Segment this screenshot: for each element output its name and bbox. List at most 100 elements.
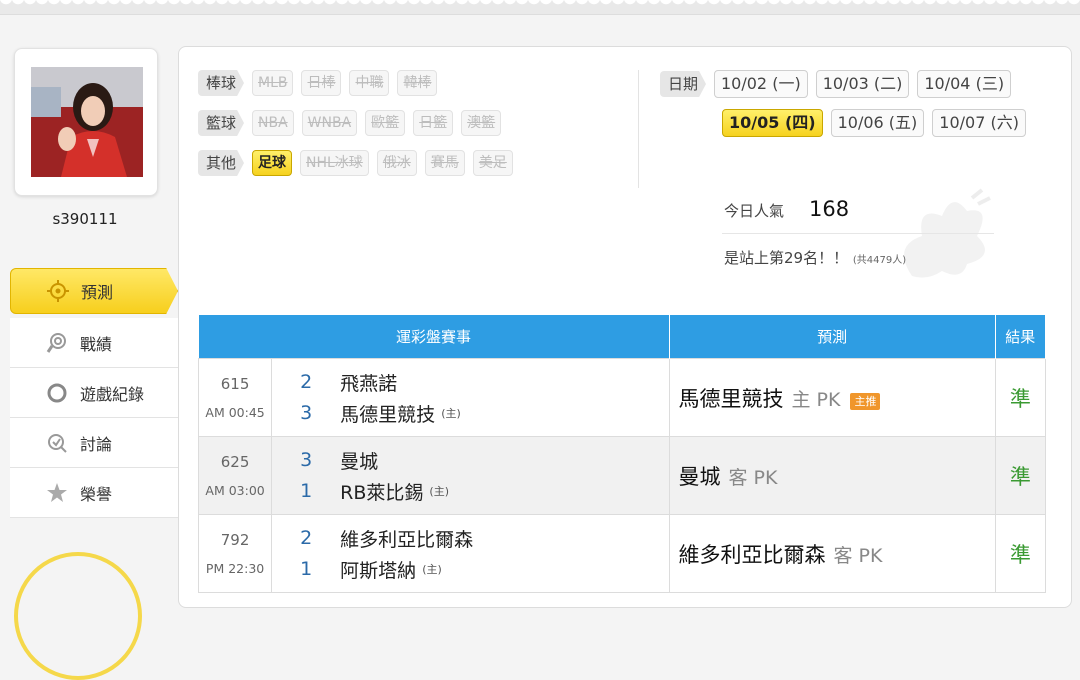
home-score: 3 xyxy=(300,402,313,424)
date-chip-1004[interactable]: 10/04 (三) xyxy=(917,70,1012,98)
popularity-value: 168 xyxy=(809,197,850,221)
date-row-1: 日期 10/02 (一) 10/03 (二) 10/04 (三) xyxy=(660,70,1019,98)
filter-chip-russian-hockey[interactable]: 俄冰 xyxy=(376,150,417,176)
header-prediction: 預測 xyxy=(669,315,996,359)
teams-cell: 3 曼城 1 RB萊比錫 (主) xyxy=(271,436,670,515)
filter-label: 其他 xyxy=(198,150,244,176)
header-result: 結果 xyxy=(995,315,1047,359)
game-time: AM 00:45 xyxy=(205,405,265,420)
filter-divider xyxy=(638,70,639,188)
prediction-line: PK xyxy=(753,466,778,489)
filter-chip-npb[interactable]: 日棒 xyxy=(301,70,342,96)
results-table: 運彩盤賽事 預測 結果 615 AM 00:45 2 飛燕諾 3 馬德里競技 (… xyxy=(197,315,1047,593)
date-label: 日期 xyxy=(660,71,706,97)
sidebar-item-game-history[interactable]: 遊戲紀錄 xyxy=(10,368,178,418)
date-chip-1007[interactable]: 10/07 (六) xyxy=(932,109,1026,137)
game-number: 625 xyxy=(220,453,250,471)
decorative-arc xyxy=(14,552,142,680)
sidebar-item-predict[interactable]: 預測 xyxy=(10,268,178,314)
target-icon xyxy=(45,278,71,304)
away-team-line: 2 飛燕諾 xyxy=(272,367,667,398)
filter-chip-kbo[interactable]: 韓棒 xyxy=(397,70,438,96)
rank-note: (共4479人) xyxy=(852,255,907,266)
sidebar-item-label: 預測 xyxy=(81,283,114,302)
username: s390111 xyxy=(52,210,118,228)
away-team-line: 3 曼城 xyxy=(272,445,667,476)
away-score: 2 xyxy=(300,527,313,549)
prediction-line: PK xyxy=(858,544,883,567)
header-event: 運彩盤賽事 xyxy=(198,315,670,359)
prediction-team: 曼城 xyxy=(678,464,721,489)
home-tag: (主) xyxy=(429,485,450,498)
home-score: 1 xyxy=(300,558,313,580)
avatar-card xyxy=(14,48,158,196)
sidebar-item-honor[interactable]: 榮譽 xyxy=(10,468,178,518)
prediction-cell: 曼城客 PK xyxy=(668,436,996,515)
away-score: 2 xyxy=(300,371,313,393)
game-time: AM 03:00 xyxy=(205,483,265,498)
game-number: 792 xyxy=(220,531,250,549)
sidebar-item-record[interactable]: 戰績 xyxy=(10,318,178,368)
teams-cell: 2 飛燕諾 3 馬德里競技 (主) xyxy=(271,358,670,437)
discussion-icon xyxy=(44,430,70,456)
home-team: RB萊比錫 xyxy=(340,481,424,504)
home-team-line: 3 馬德里競技 (主) xyxy=(272,398,667,429)
date-chip-1003[interactable]: 10/03 (二) xyxy=(815,70,910,98)
main-pick-badge: 主推 xyxy=(850,392,881,410)
filter-chip-american-football[interactable]: 美足 xyxy=(472,150,513,176)
home-tag: (主) xyxy=(422,563,442,576)
home-team: 馬德里競技 xyxy=(340,403,436,426)
prediction-side: 客 xyxy=(833,544,853,567)
filter-label: 棒球 xyxy=(198,70,244,96)
filter-label: 籃球 xyxy=(198,110,244,136)
date-chip-1005[interactable]: 10/05 (四) xyxy=(722,109,823,137)
date-chip-1002[interactable]: 10/02 (一) xyxy=(714,70,808,98)
filter-row-basketball: 籃球 NBA WNBA 歐籃 日籃 澳籃 xyxy=(198,110,509,136)
home-team-line: 1 阿斯塔納 (主) xyxy=(272,554,667,585)
filter-chip-soccer[interactable]: 足球 xyxy=(252,150,292,176)
away-team: 飛燕諾 xyxy=(340,372,398,395)
prediction-team: 馬德里競技 xyxy=(678,386,784,411)
result-cell: 準 xyxy=(994,358,1047,437)
filter-row-baseball: 棒球 MLB 日棒 中職 韓棒 xyxy=(198,70,445,96)
sidebar-item-label: 榮譽 xyxy=(80,484,113,504)
filter-chip-wnba[interactable]: WNBA xyxy=(301,110,358,136)
sidebar-menu: 預測 戰績 遊戲紀錄 討論 榮譽 xyxy=(10,268,178,518)
avatar-photo xyxy=(31,67,143,177)
avatar[interactable] xyxy=(31,67,143,177)
filter-chip-horse-racing[interactable]: 賽馬 xyxy=(424,150,465,176)
filter-chip-nhl[interactable]: NHL冰球 xyxy=(300,150,369,176)
filter-chip-japan-basketball[interactable]: 日籃 xyxy=(413,110,454,136)
rank-text: 是站上第29名！！ (共4479人) xyxy=(724,247,906,268)
stats-divider xyxy=(722,233,994,234)
game-info: 615 AM 00:45 xyxy=(197,358,273,437)
table-row[interactable]: 625 AM 03:00 3 曼城 1 RB萊比錫 (主) 曼城客 PK 準 xyxy=(197,436,1047,515)
prediction-cell: 馬德里競技主 PK 主推 xyxy=(668,358,996,437)
prediction-side: 客 xyxy=(728,466,748,489)
filter-chip-euro-basketball[interactable]: 歐籃 xyxy=(365,110,406,136)
filter-chip-aus-basketball[interactable]: 澳籃 xyxy=(461,110,502,136)
table-row[interactable]: 615 AM 00:45 2 飛燕諾 3 馬德里競技 (主) 馬德里競技主 PK 主… xyxy=(197,358,1047,437)
scalloped-top-border xyxy=(0,0,1080,15)
filter-chip-mlb[interactable]: MLB xyxy=(252,70,294,96)
prediction-side: 主 xyxy=(791,388,811,411)
away-score: 3 xyxy=(300,449,313,471)
sidebar-item-label: 討論 xyxy=(80,434,113,454)
date-row-2: 10/05 (四) 10/06 (五) 10/07 (六) xyxy=(722,109,1034,137)
filter-row-other: 其他 足球 NHL冰球 俄冰 賽馬 美足 xyxy=(198,150,521,176)
game-number: 615 xyxy=(220,375,250,393)
trophy-swirl-icon xyxy=(44,330,70,356)
filter-chip-nba[interactable]: NBA xyxy=(252,110,294,136)
filter-chip-cpbl[interactable]: 中職 xyxy=(349,70,390,96)
date-chip-1006[interactable]: 10/06 (五) xyxy=(830,109,925,137)
sidebar-item-discussion[interactable]: 討論 xyxy=(10,418,178,468)
sidebar-item-label: 戰績 xyxy=(80,334,113,354)
away-team: 曼城 xyxy=(340,450,379,473)
result-cell: 準 xyxy=(994,514,1047,593)
away-team-line: 2 維多利亞比爾森 xyxy=(272,523,667,554)
game-info: 625 AM 03:00 xyxy=(197,436,273,515)
game-time: PM 22:30 xyxy=(205,561,265,576)
game-info: 792 PM 22:30 xyxy=(197,514,273,593)
table-row[interactable]: 792 PM 22:30 2 維多利亞比爾森 1 阿斯塔納 (主) 維多利亞比爾… xyxy=(197,514,1047,593)
rank-main: 是站上第29名！！ xyxy=(724,249,849,267)
